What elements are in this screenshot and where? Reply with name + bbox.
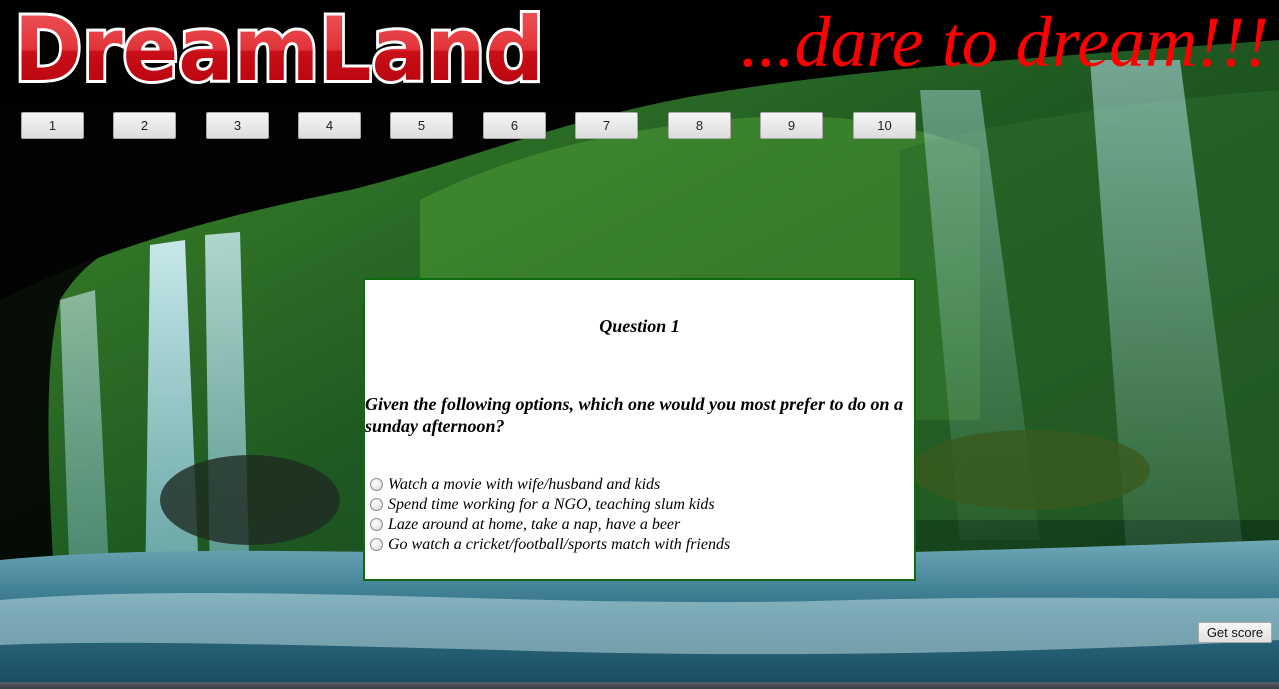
question-button-4[interactable]: 4 [298,112,361,139]
question-text: Given the following options, which one w… [365,394,904,436]
answer-option[interactable]: Watch a movie with wife/husband and kids [370,475,910,495]
radio-button[interactable] [370,517,383,531]
answer-option[interactable]: Go watch a cricket/football/sports match… [370,535,910,555]
question-nav: 1 2 3 4 5 6 7 8 9 10 [21,112,921,140]
answer-options: Watch a movie with wife/husband and kids… [370,475,910,555]
answer-option[interactable]: Laze around at home, take a nap, have a … [370,515,910,535]
radio-button[interactable] [370,477,383,491]
dreamland-logo[interactable]: DreamLand [10,4,550,90]
answer-option-label: Go watch a cricket/football/sports match… [388,536,731,553]
question-button-5[interactable]: 5 [390,112,453,139]
question-button-10[interactable]: 10 [853,112,916,139]
question-button-8[interactable]: 8 [668,112,731,139]
radio-button[interactable] [370,537,383,551]
question-button-1[interactable]: 1 [21,112,84,139]
tagline: ...dare to dream!!! [740,2,1269,82]
question-button-2[interactable]: 2 [113,112,176,139]
question-button-7[interactable]: 7 [575,112,638,139]
question-title: Question 1 [599,316,680,336]
get-score-button[interactable]: Get score [1198,622,1272,643]
page: DreamLand ...dare to dream!!! 1 2 3 4 5 … [0,0,1279,689]
question-button-9[interactable]: 9 [760,112,823,139]
answer-option[interactable]: Spend time working for a NGO, teaching s… [370,495,910,515]
question-button-3[interactable]: 3 [206,112,269,139]
os-taskbar [0,682,1279,689]
answer-option-label: Laze around at home, take a nap, have a … [388,516,681,533]
question-button-6[interactable]: 6 [483,112,546,139]
logo-text: DreamLand [14,4,544,90]
question-card: Question 1 Given the following options, … [363,278,916,581]
radio-button[interactable] [370,497,383,511]
answer-option-label: Watch a movie with wife/husband and kids [388,476,661,493]
answer-option-label: Spend time working for a NGO, teaching s… [388,496,715,513]
